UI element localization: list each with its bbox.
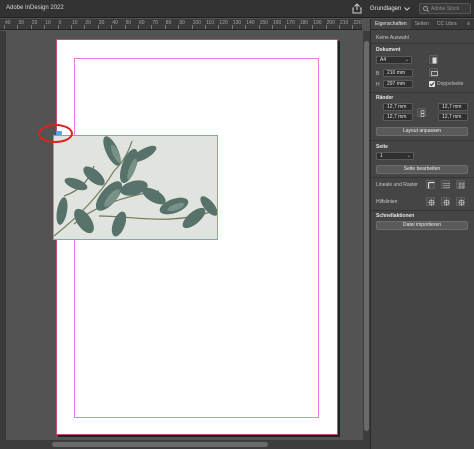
- horizontal-ruler[interactable]: 40 30 20 10 0 10 20 30 40 50 60 70 80 90 100 110 120 130 1…: [0, 19, 362, 30]
- placed-image-frame[interactable]: [53, 135, 218, 240]
- ruler-tick-label: 220: [353, 20, 362, 26]
- ruler-tick-label: 120: [219, 20, 228, 26]
- margin-right-field[interactable]: 12,7 mm: [438, 113, 468, 121]
- ruler-tick-label: 150: [259, 20, 268, 26]
- tab-properties[interactable]: Eigenschaften: [371, 19, 411, 29]
- height-label: H: [376, 82, 380, 88]
- divider: [371, 210, 474, 211]
- ruler-tick-label: 10: [72, 20, 78, 26]
- baseline-grid-icon[interactable]: [441, 180, 450, 189]
- ruler-tick-label: 30: [18, 20, 24, 26]
- ruler-tick-label: 210: [340, 20, 349, 26]
- chevron-down-icon: ⌄: [406, 153, 411, 159]
- adjust-layout-button[interactable]: Layout anpassen: [376, 127, 468, 136]
- page-format-select[interactable]: A4 ⌄: [376, 56, 412, 64]
- indesign-window: Adobe InDesign 2022 Grundlagen Adobe Sto…: [0, 0, 474, 449]
- ruler-tick-label: 30: [98, 20, 105, 26]
- stock-search-input[interactable]: Adobe Stock: [419, 3, 471, 14]
- vertical-scrollbar[interactable]: [363, 31, 370, 440]
- link-margins-icon[interactable]: [417, 108, 426, 117]
- quick-actions-heading: Schnellaktionen: [376, 213, 415, 219]
- stock-search-placeholder: Adobe Stock: [431, 6, 460, 12]
- ruler-tick-label: 50: [125, 20, 132, 26]
- margin-top-field[interactable]: 12,7 mm: [383, 103, 413, 111]
- ruler-tick-label: 90: [179, 20, 185, 26]
- divider: [371, 43, 474, 44]
- ruler-tick-label: 80: [165, 20, 172, 26]
- margins-heading: Ränder: [376, 95, 394, 101]
- ruler-tick-label: 130: [232, 20, 242, 26]
- page-height-field[interactable]: 297 mm: [383, 80, 413, 88]
- guides-label: Hilfslinien: [376, 199, 398, 205]
- ruler-tick-label: 70: [152, 20, 158, 26]
- ruler-tick-label: 10: [45, 20, 51, 26]
- vertical-scroll-thumb[interactable]: [364, 41, 369, 431]
- landscape-orientation-icon[interactable]: [429, 68, 438, 77]
- ruler-tick-label: 60: [139, 20, 145, 26]
- ruler-tick-label: 140: [246, 20, 255, 26]
- ruler-tick-label: 40: [112, 20, 118, 26]
- chevron-down-icon: ⌄: [404, 57, 409, 63]
- ruler-tick-label: 190: [313, 20, 322, 26]
- vertical-ruler[interactable]: [0, 31, 6, 440]
- workspace-switcher[interactable]: Grundlagen: [370, 4, 411, 14]
- ruler-icon[interactable]: [426, 180, 435, 189]
- width-label: B: [376, 71, 380, 77]
- highlight-circle: [38, 124, 73, 143]
- page-heading: Seite: [376, 144, 388, 150]
- tab-pages[interactable]: Seiten: [411, 19, 433, 29]
- ruler-tick-label: 20: [31, 20, 38, 26]
- ruler-tick-label: 0: [58, 20, 62, 26]
- workspace-label: Grundlagen: [370, 6, 402, 12]
- properties-panel: Eigenschaften Seiten CC Libra ≡ Keine Au…: [370, 19, 474, 449]
- page-width-field[interactable]: 210 mm: [383, 69, 413, 77]
- title-bar: Adobe InDesign 2022 Grundlagen Adobe Sto…: [0, 0, 474, 18]
- tab-cc-libraries[interactable]: CC Libra: [433, 19, 461, 29]
- horizontal-scrollbar[interactable]: [0, 440, 370, 449]
- ruler-tick-label: 160: [273, 20, 282, 26]
- document-grid-icon[interactable]: [456, 180, 465, 189]
- ruler-tick-label: 20: [85, 20, 91, 26]
- portrait-orientation-icon[interactable]: [429, 55, 438, 64]
- lock-guides-icon[interactable]: [441, 197, 450, 206]
- import-file-button[interactable]: Datei importieren: [376, 221, 468, 230]
- ruler-tick-label: 170: [286, 20, 295, 26]
- ruler-tick-label: 40: [5, 20, 11, 26]
- ruler-tick-label: 200: [326, 20, 335, 26]
- rulers-grids-label: Lineale und Raster: [376, 182, 418, 188]
- plant-image: [54, 136, 217, 239]
- selection-status: Keine Auswahl: [376, 35, 409, 41]
- page-format-value: A4: [380, 57, 387, 63]
- chevron-down-icon: [404, 7, 411, 11]
- page-select[interactable]: 1 ⌄: [376, 152, 414, 160]
- divider: [371, 92, 474, 93]
- ruler-tick-label: 180: [299, 20, 309, 26]
- page-select-value: 1: [380, 153, 383, 159]
- app-title: Adobe InDesign 2022: [6, 5, 64, 11]
- document-heading: Dokument: [376, 47, 401, 53]
- divider: [371, 140, 474, 141]
- panel-tabs: Eigenschaften Seiten CC Libra ≡: [371, 19, 474, 30]
- checkmark-icon: [429, 82, 435, 87]
- edit-page-button[interactable]: Seite bearbeiten: [376, 165, 468, 174]
- share-icon[interactable]: [352, 3, 362, 14]
- panel-menu-icon[interactable]: ≡: [467, 19, 474, 29]
- facing-pages-checkbox[interactable]: [429, 81, 435, 87]
- ruler-tick-label: 110: [206, 20, 214, 26]
- ruler-tick-label: 100: [192, 20, 201, 26]
- smart-guides-icon[interactable]: [456, 197, 465, 206]
- facing-pages-label: Doppelseite: [437, 81, 464, 87]
- margin-left-field[interactable]: 12,7 mm: [438, 103, 468, 111]
- search-icon: [423, 6, 429, 12]
- margin-bottom-field[interactable]: 12,7 mm: [383, 113, 413, 121]
- horizontal-scroll-thumb[interactable]: [52, 442, 268, 447]
- divider: [371, 177, 474, 178]
- show-guides-icon[interactable]: [426, 197, 435, 206]
